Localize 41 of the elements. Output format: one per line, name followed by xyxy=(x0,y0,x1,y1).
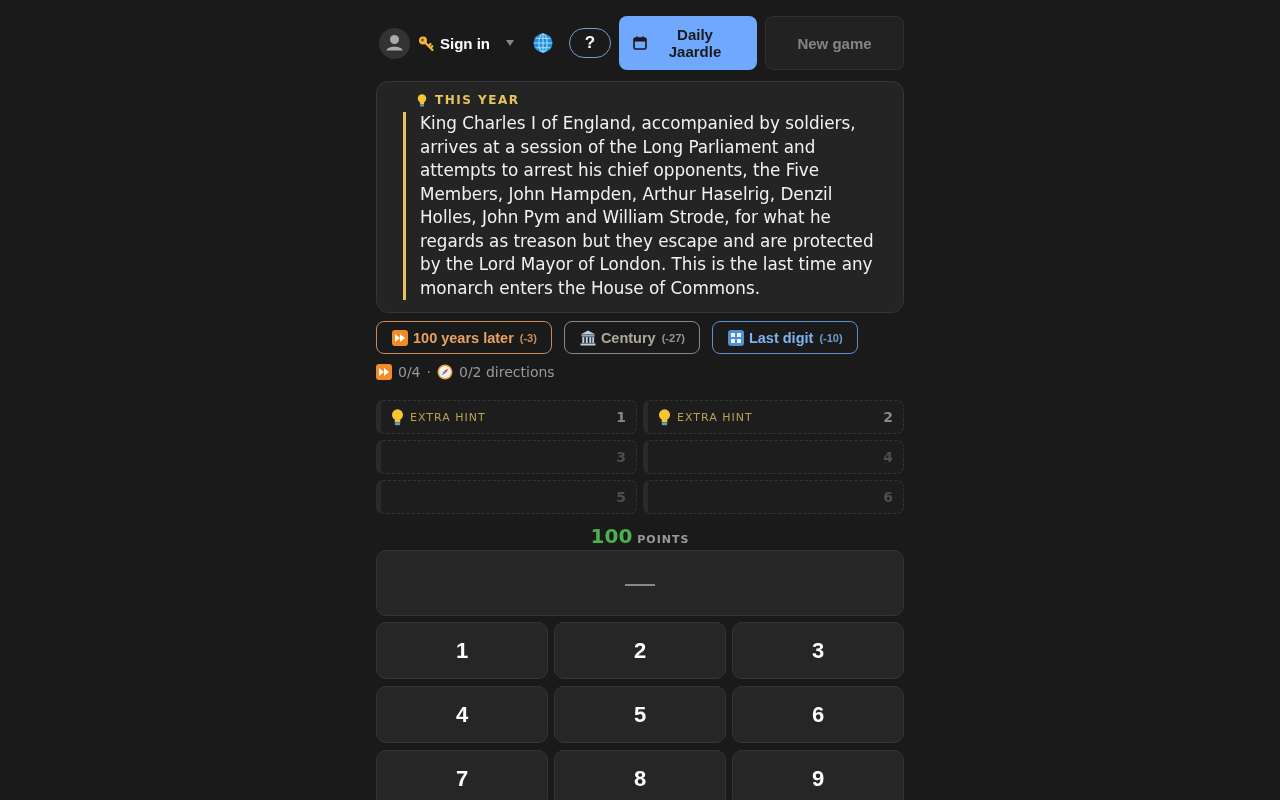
avatar-icon xyxy=(379,27,410,59)
keypad-key[interactable]: 4 xyxy=(376,686,548,743)
slot-number: 2 xyxy=(883,409,893,425)
keypad-key[interactable]: 3 xyxy=(732,622,904,679)
fast-forward-icon xyxy=(392,329,408,346)
extra-hint-slot[interactable]: EXTRA HINT 1 xyxy=(376,400,637,434)
answer-display: — xyxy=(376,550,904,616)
separator: · xyxy=(426,364,431,380)
calendar-icon xyxy=(633,36,647,50)
score-value: 100 xyxy=(590,524,633,548)
extra-hint-label: EXTRA HINT xyxy=(410,410,486,424)
number-tile-icon xyxy=(727,329,744,346)
daily-button[interactable]: Daily Jaardle xyxy=(619,16,757,70)
clue-heading: THIS YEAR xyxy=(435,93,520,107)
caret-down-icon xyxy=(506,40,514,46)
hint-button[interactable]: 100 years later (-3) xyxy=(376,321,552,354)
lightbulb-icon xyxy=(391,408,404,426)
keypad-key[interactable]: 9 xyxy=(732,750,904,800)
directions-count: 0/2 directions xyxy=(459,364,555,380)
fast-forward-icon xyxy=(376,364,392,380)
extra-hint-label: EXTRA HINT xyxy=(677,410,753,424)
score-unit: POINTS xyxy=(637,533,690,546)
sign-in-button[interactable]: Sign in xyxy=(376,23,517,63)
clue-text: King Charles I of England, accompanied by soldiers, arrives at a session of the Long Parliament and attempts to arrest his chief opponents, the Five Members, John Hampden, Arthur Haselrig, Denzil Holles, John Pym and William Strode, for what he regards as treason but they escape and are protected by the Lord Mayor of London. This is the last time any monarch enters the House of Commons. xyxy=(420,112,875,300)
slot-number: 1 xyxy=(616,409,626,425)
compass-icon xyxy=(437,364,453,380)
lightbulb-icon xyxy=(417,93,427,107)
keypad-key[interactable]: 7 xyxy=(376,750,548,800)
hint-button[interactable]: Century (-27) xyxy=(563,321,700,354)
keypad-key[interactable]: 6 xyxy=(732,686,904,743)
hint-button[interactable]: Last digit (-10) xyxy=(711,321,858,354)
key-icon xyxy=(418,35,434,51)
keypad-key[interactable]: 5 xyxy=(554,686,726,743)
keypad-key[interactable]: 2 xyxy=(554,622,726,679)
keypad-key[interactable]: 1 xyxy=(376,622,548,679)
lightbulb-icon xyxy=(658,408,671,426)
columned-building-icon xyxy=(579,329,596,346)
globe-icon xyxy=(533,33,553,53)
keypad-key[interactable]: 8 xyxy=(554,750,726,800)
extra-hint-slot[interactable]: EXTRA HINT 2 xyxy=(643,400,904,434)
later-count: 0/4 xyxy=(398,364,421,380)
